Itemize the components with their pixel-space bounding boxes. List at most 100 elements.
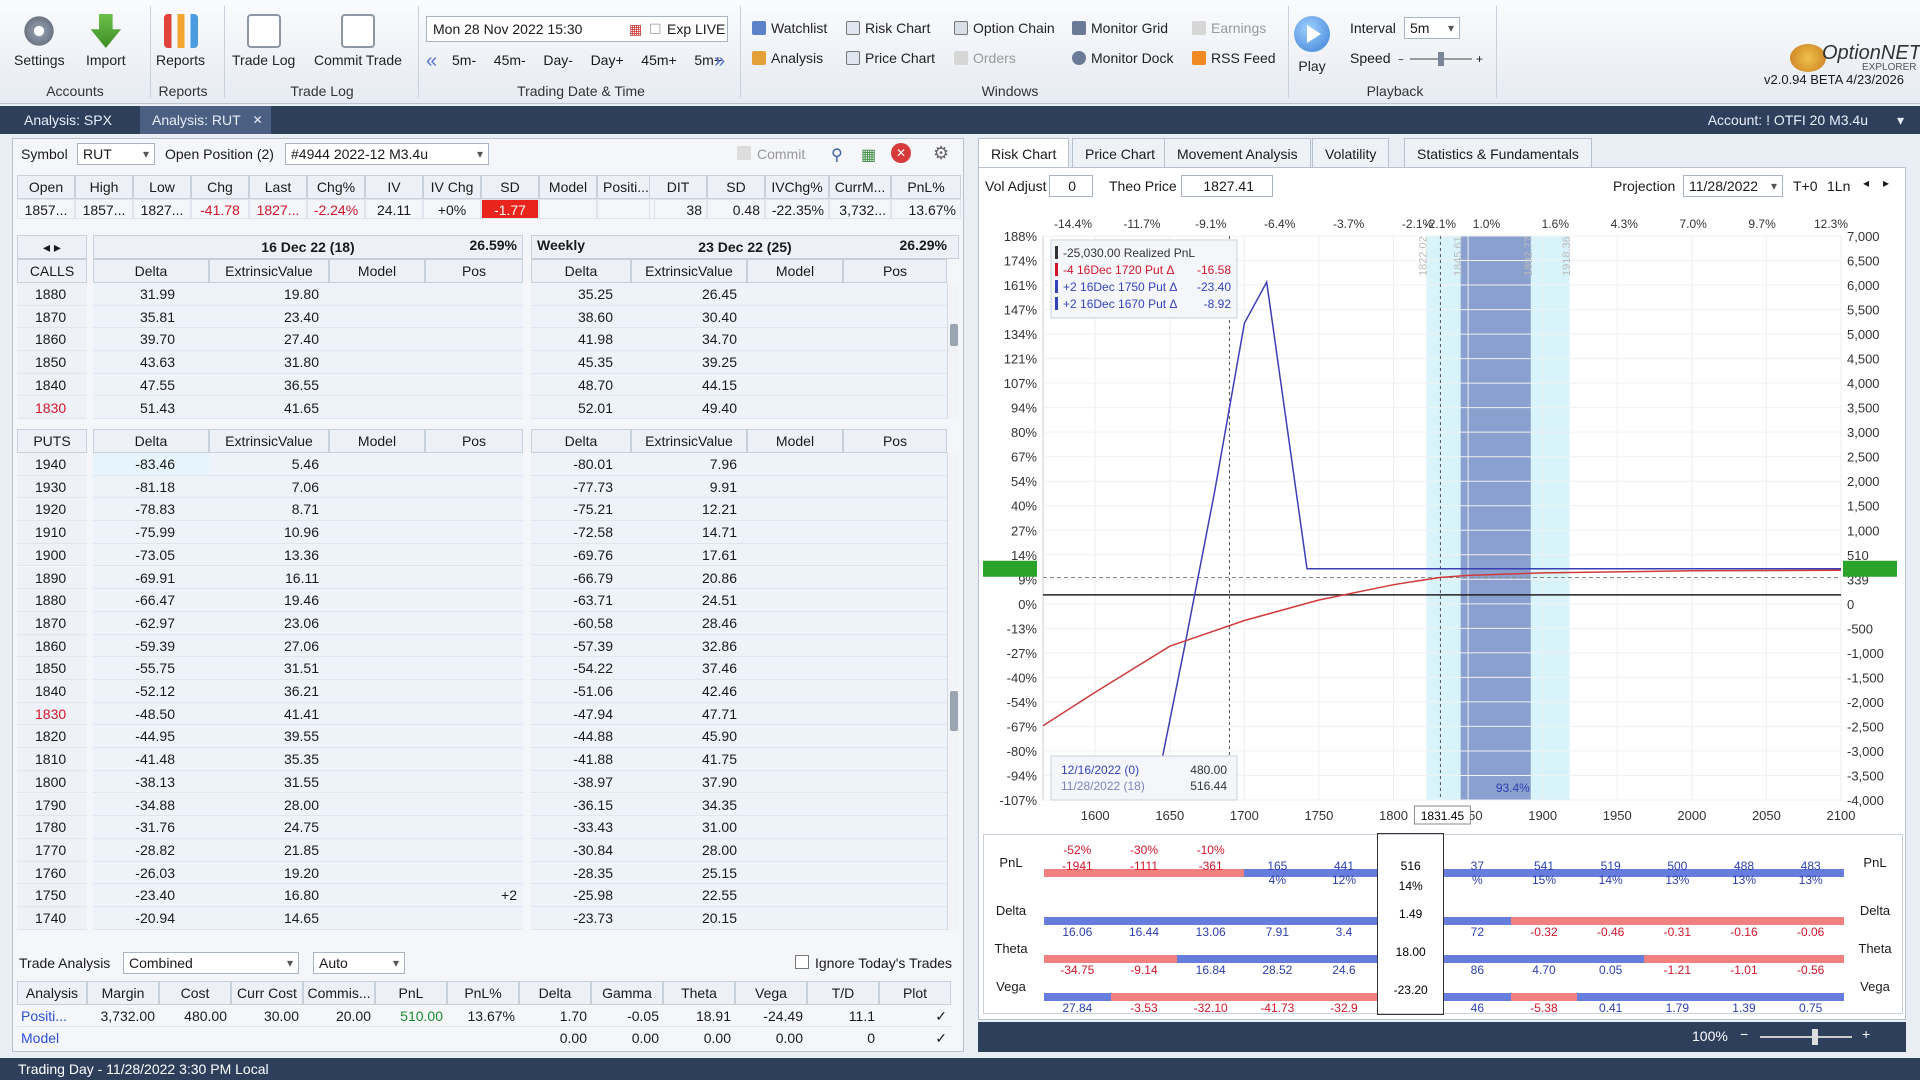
commit-button[interactable]: Commit [737, 146, 805, 162]
greek-value[interactable]: -361 [1177, 859, 1244, 873]
pos-cell[interactable] [843, 351, 947, 374]
greek-value[interactable]: -5.38 [1511, 1001, 1578, 1015]
pos-cell[interactable] [843, 657, 947, 680]
greek-value[interactable]: 4.70 [1511, 963, 1578, 977]
interval-select[interactable]: 5m [1404, 17, 1460, 39]
extrinsic-cell[interactable]: 37.90 [631, 770, 747, 794]
greek-value[interactable]: 0.75 [1777, 1001, 1844, 1015]
extrinsic-cell[interactable]: 19.80 [209, 283, 329, 306]
extrinsic-cell[interactable]: 39.25 [631, 351, 747, 374]
greek-value[interactable]: -0.31 [1644, 925, 1711, 939]
close-tab-icon[interactable]: ✕ [253, 106, 263, 134]
delta-cell[interactable]: 51.43 [93, 396, 209, 420]
extrinsic-cell[interactable]: 20.86 [631, 566, 747, 590]
pos-cell[interactable] [843, 748, 947, 771]
analysis-row-cell[interactable]: ✓ [879, 1027, 951, 1049]
extrinsic-cell[interactable]: 27.40 [209, 328, 329, 352]
pos-cell[interactable] [843, 566, 947, 590]
pos-cell[interactable] [843, 589, 947, 612]
delta-cell[interactable]: -63.71 [531, 589, 631, 612]
extrinsic-cell[interactable]: 27.06 [209, 634, 329, 658]
model-cell[interactable] [747, 611, 843, 635]
tab-analysis-spx[interactable]: Analysis: SPX [12, 106, 124, 134]
extrinsic-cell[interactable]: 19.46 [209, 589, 329, 612]
rss-feed-button[interactable]: RSS Feed [1192, 50, 1276, 66]
delta-cell[interactable]: -28.82 [93, 838, 209, 862]
delta-cell[interactable]: -34.88 [93, 793, 209, 817]
extrinsic-cell[interactable]: 36.55 [209, 373, 329, 397]
delta-cell[interactable]: 35.25 [531, 283, 631, 306]
delta-cell[interactable]: -31.76 [93, 816, 209, 839]
model-cell[interactable] [747, 373, 843, 397]
delta-cell[interactable]: -62.97 [93, 611, 209, 635]
extrinsic-cell[interactable]: 28.00 [631, 838, 747, 862]
extrinsic-cell[interactable]: 24.75 [209, 816, 329, 839]
model-cell[interactable] [747, 566, 843, 590]
extrinsic-cell[interactable]: 41.65 [209, 396, 329, 420]
extrinsic-cell[interactable]: 37.46 [631, 657, 747, 680]
risk-chart-button[interactable]: Risk Chart [846, 20, 930, 36]
extrinsic-cell[interactable]: 47.71 [631, 702, 747, 726]
datetime-field[interactable]: Mon 28 Nov 2022 15:30 ▦ ☐ Exp LIVE [426, 16, 728, 42]
model-cell[interactable] [747, 305, 843, 329]
model-cell[interactable] [747, 351, 843, 374]
extrinsic-cell[interactable]: 42.46 [631, 680, 747, 703]
model-cell[interactable] [747, 725, 843, 749]
pos-cell[interactable] [425, 589, 523, 612]
right-tab[interactable]: Price Chart [1072, 138, 1169, 168]
extrinsic-cell[interactable]: 21.85 [209, 838, 329, 862]
prev-arrow-icon[interactable]: ◂ [1863, 176, 1869, 190]
model-cell[interactable] [329, 521, 425, 544]
delta-cell[interactable]: -47.94 [531, 702, 631, 726]
analysis-button[interactable]: Analysis [752, 50, 823, 66]
model-cell[interactable] [329, 543, 425, 567]
greek-value[interactable]: -34.75 [1044, 963, 1111, 977]
model-cell[interactable] [747, 328, 843, 352]
extrinsic-cell[interactable]: 31.55 [209, 770, 329, 794]
delta-cell[interactable]: -69.76 [531, 543, 631, 567]
model-cell[interactable] [329, 611, 425, 635]
extrinsic-cell[interactable]: 10.96 [209, 521, 329, 544]
model-cell[interactable] [329, 475, 425, 499]
trade-analysis-mode-select[interactable]: Combined [123, 952, 299, 974]
extrinsic-cell[interactable]: 24.51 [631, 589, 747, 612]
pos-cell[interactable] [425, 543, 523, 567]
pos-cell[interactable] [843, 838, 947, 862]
delta-cell[interactable]: -48.50 [93, 702, 209, 726]
analysis-row-cell[interactable]: Positi... [17, 1005, 87, 1027]
extrinsic-cell[interactable]: 7.06 [209, 475, 329, 499]
auto-select[interactable]: Auto [313, 952, 405, 974]
model-cell[interactable] [329, 884, 425, 907]
extrinsic-cell[interactable]: 39.55 [209, 725, 329, 749]
chain-scrollbar[interactable] [947, 283, 959, 420]
delta-cell[interactable]: -44.95 [93, 725, 209, 749]
greek-value[interactable]: 24.6 [1311, 963, 1378, 977]
model-cell[interactable] [747, 861, 843, 885]
play-button[interactable]: Play [1294, 16, 1330, 74]
greek-value[interactable]: -1941 [1044, 859, 1111, 873]
zoom-slider[interactable] [1760, 1036, 1852, 1038]
greek-value[interactable]: -0.16 [1711, 925, 1778, 939]
pos-cell[interactable] [843, 305, 947, 329]
import-button[interactable]: Import [86, 14, 126, 68]
speed-slider-thumb[interactable] [1438, 52, 1444, 66]
greek-value[interactable]: -9.14 [1111, 963, 1178, 977]
delta-cell[interactable]: -52.12 [93, 680, 209, 703]
model-cell[interactable] [329, 498, 425, 522]
pos-cell[interactable] [425, 770, 523, 794]
model-cell[interactable] [329, 816, 425, 839]
speed-slider[interactable]: − + [1398, 52, 1488, 66]
pos-cell[interactable] [843, 793, 947, 817]
forward-arrow-icon[interactable]: » [714, 50, 725, 73]
chain-scrollbar[interactable] [947, 453, 959, 930]
pos-cell[interactable] [425, 861, 523, 885]
pos-cell[interactable] [843, 521, 947, 544]
zoom-out-icon[interactable]: − [1740, 1026, 1748, 1042]
pos-cell[interactable] [843, 543, 947, 567]
extrinsic-cell[interactable]: 23.06 [209, 611, 329, 635]
delta-cell[interactable]: -20.94 [93, 907, 209, 930]
extrinsic-cell[interactable]: 19.20 [209, 861, 329, 885]
greek-value[interactable]: -0.56 [1777, 963, 1844, 977]
pos-cell[interactable] [425, 702, 523, 726]
delta-cell[interactable]: -36.15 [531, 793, 631, 817]
